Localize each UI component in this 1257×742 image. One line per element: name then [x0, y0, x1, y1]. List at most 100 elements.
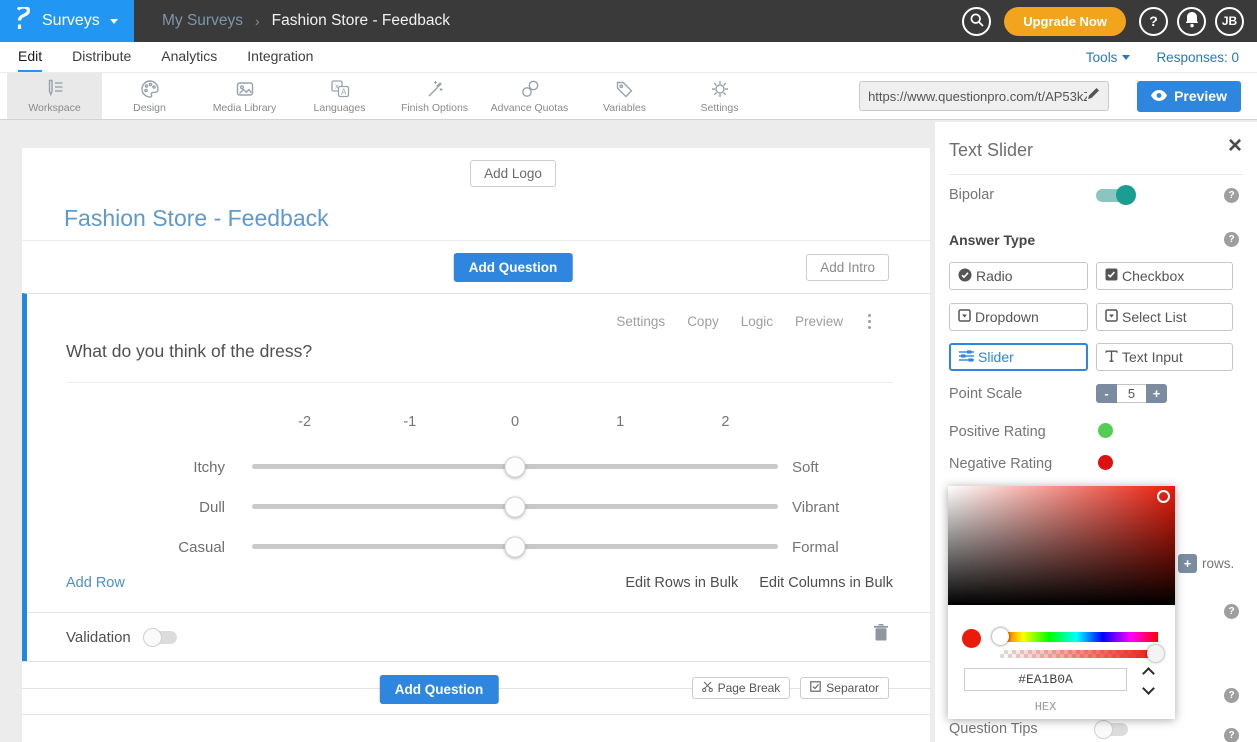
edit-columns-in-bulk-link[interactable]: Edit Columns in Bulk — [759, 575, 893, 591]
answer-type-select-list[interactable]: Select List — [1096, 303, 1233, 331]
add-rows-button[interactable]: + — [1178, 554, 1197, 573]
hue-slider[interactable] — [995, 632, 1158, 642]
row-left-label[interactable]: Casual — [27, 539, 225, 556]
search-button[interactable] — [962, 7, 991, 36]
slider-handle[interactable] — [505, 457, 526, 478]
add-logo-button[interactable]: Add Logo — [470, 160, 556, 187]
tab-distribute[interactable]: Distribute — [72, 42, 131, 72]
delete-question-button[interactable] — [874, 624, 888, 646]
breadcrumb-my-surveys[interactable]: My Surveys — [162, 12, 243, 30]
chevron-down-icon — [1122, 55, 1130, 60]
avatar[interactable]: JB — [1215, 7, 1244, 36]
preview-button[interactable]: Preview — [1137, 81, 1241, 112]
toolbar-item-media-library[interactable]: Media Library — [197, 73, 292, 119]
toolbar-item-languages[interactable]: x A Languages — [292, 73, 387, 119]
row-right-label[interactable]: Formal — [792, 539, 839, 556]
upgrade-now-button[interactable]: Upgrade Now — [1004, 7, 1126, 36]
header-actions: Upgrade Now ? JB — [962, 7, 1257, 36]
slider-track[interactable] — [252, 487, 778, 527]
saturation-selector[interactable] — [1157, 490, 1170, 503]
row-left-label[interactable]: Itchy — [27, 459, 225, 476]
share-url-field[interactable]: https://www.questionpro.com/t/AP53kZiOC — [859, 81, 1109, 111]
question-preview-link[interactable]: Preview — [795, 314, 843, 329]
slider-track[interactable] — [252, 447, 778, 487]
bipolar-help-icon[interactable]: ? — [1224, 188, 1239, 203]
point-scale-increment-button[interactable]: + — [1146, 384, 1167, 403]
toolbar-item-finish-options[interactable]: Finish Options — [387, 73, 482, 119]
tab-edit[interactable]: Edit — [18, 42, 42, 72]
toolbar-item-variables[interactable]: Variables — [577, 73, 672, 119]
question-title[interactable]: What do you think of the dress? — [66, 341, 312, 362]
pencil-icon[interactable] — [1087, 87, 1100, 105]
hex-spinner[interactable] — [1144, 669, 1153, 693]
notifications-button[interactable] — [1177, 7, 1206, 36]
positive-rating-color-swatch[interactable] — [1098, 423, 1113, 438]
product-switcher[interactable]: Surveys — [0, 0, 134, 42]
question-mark-icon: ? — [1149, 13, 1158, 29]
tab-analytics[interactable]: Analytics — [161, 42, 217, 72]
toolbar-item-workspace[interactable]: Workspace — [7, 73, 102, 119]
question-logic-link[interactable]: Logic — [741, 314, 773, 329]
hex-color-input[interactable] — [964, 668, 1127, 691]
more-options-icon[interactable] — [865, 312, 874, 330]
row-right-label[interactable]: Vibrant — [792, 499, 839, 516]
help-icon[interactable]: ? — [1224, 728, 1239, 742]
add-row-link[interactable]: Add Row — [66, 575, 125, 591]
close-icon[interactable]: × — [1228, 134, 1242, 158]
scale-label: -2 — [252, 414, 357, 430]
answer-type-dropdown[interactable]: Dropdown — [949, 303, 1088, 331]
add-intro-button[interactable]: Add Intro — [806, 254, 889, 281]
toolbar-item-settings[interactable]: Settings — [672, 73, 767, 119]
bell-icon — [1185, 12, 1199, 31]
question-tips-toggle[interactable] — [1096, 723, 1128, 736]
separator-button[interactable]: Separator — [800, 677, 889, 699]
bipolar-toggle[interactable] — [1096, 189, 1134, 202]
point-scale-value[interactable]: 5 — [1117, 384, 1146, 403]
tools-label: Tools — [1086, 50, 1118, 65]
hue-slider-handle[interactable] — [992, 628, 1009, 645]
slider-handle[interactable] — [505, 497, 526, 518]
chevron-down-icon[interactable] — [1142, 682, 1155, 695]
answer-type-checkbox[interactable]: Checkbox — [1096, 262, 1233, 290]
alpha-slider[interactable] — [1000, 650, 1158, 658]
add-question-button-top[interactable]: Add Question — [454, 253, 573, 282]
validation-toggle[interactable] — [145, 631, 177, 644]
answer-type-text-input[interactable]: Text Input — [1096, 343, 1233, 371]
survey-title[interactable]: Fashion Store - Feedback — [64, 205, 329, 232]
help-icon[interactable]: ? — [1224, 688, 1239, 703]
slider-scale-labels: -2 -1 0 1 2 — [252, 414, 778, 430]
question-copy-link[interactable]: Copy — [687, 314, 719, 329]
row-left-label[interactable]: Dull — [27, 499, 225, 516]
scale-label: 2 — [673, 414, 778, 430]
alpha-slider-handle[interactable] — [1147, 645, 1164, 662]
tab-integration[interactable]: Integration — [247, 42, 313, 72]
answer-type-slider[interactable]: Slider — [949, 343, 1088, 371]
dropdown-icon — [958, 309, 971, 325]
point-scale-decrement-button[interactable]: - — [1096, 384, 1117, 403]
slider-row: Itchy Soft — [27, 447, 930, 487]
toolbar-item-advance-quotas[interactable]: Advance Quotas — [482, 73, 577, 119]
chevron-down-icon — [110, 19, 118, 24]
add-question-button-bottom[interactable]: Add Question — [380, 675, 499, 704]
chevron-up-icon[interactable] — [1142, 667, 1155, 680]
chain-link-icon — [519, 78, 541, 100]
help-icon[interactable]: ? — [1224, 604, 1239, 619]
edit-rows-in-bulk-link[interactable]: Edit Rows in Bulk — [625, 575, 738, 591]
slider-handle[interactable] — [505, 537, 526, 558]
help-button[interactable]: ? — [1139, 7, 1168, 36]
row-right-label[interactable]: Soft — [792, 459, 819, 476]
answer-type-radio[interactable]: Radio — [949, 262, 1088, 290]
search-icon — [970, 13, 984, 30]
responses-count[interactable]: Responses: 0 — [1156, 50, 1239, 65]
answer-type-help-icon[interactable]: ? — [1224, 232, 1239, 247]
slider-track[interactable] — [252, 527, 778, 567]
tools-menu[interactable]: Tools — [1086, 50, 1131, 65]
magic-wand-icon — [424, 78, 446, 100]
negative-rating-color-swatch[interactable] — [1098, 455, 1113, 470]
question-settings-link[interactable]: Settings — [616, 314, 665, 329]
saturation-area[interactable] — [948, 486, 1175, 605]
text-input-icon — [1105, 349, 1118, 366]
page-break-button[interactable]: Page Break — [692, 677, 791, 699]
breadcrumb-current: Fashion Store - Feedback — [272, 12, 450, 30]
toolbar-item-design[interactable]: Design — [102, 73, 197, 119]
